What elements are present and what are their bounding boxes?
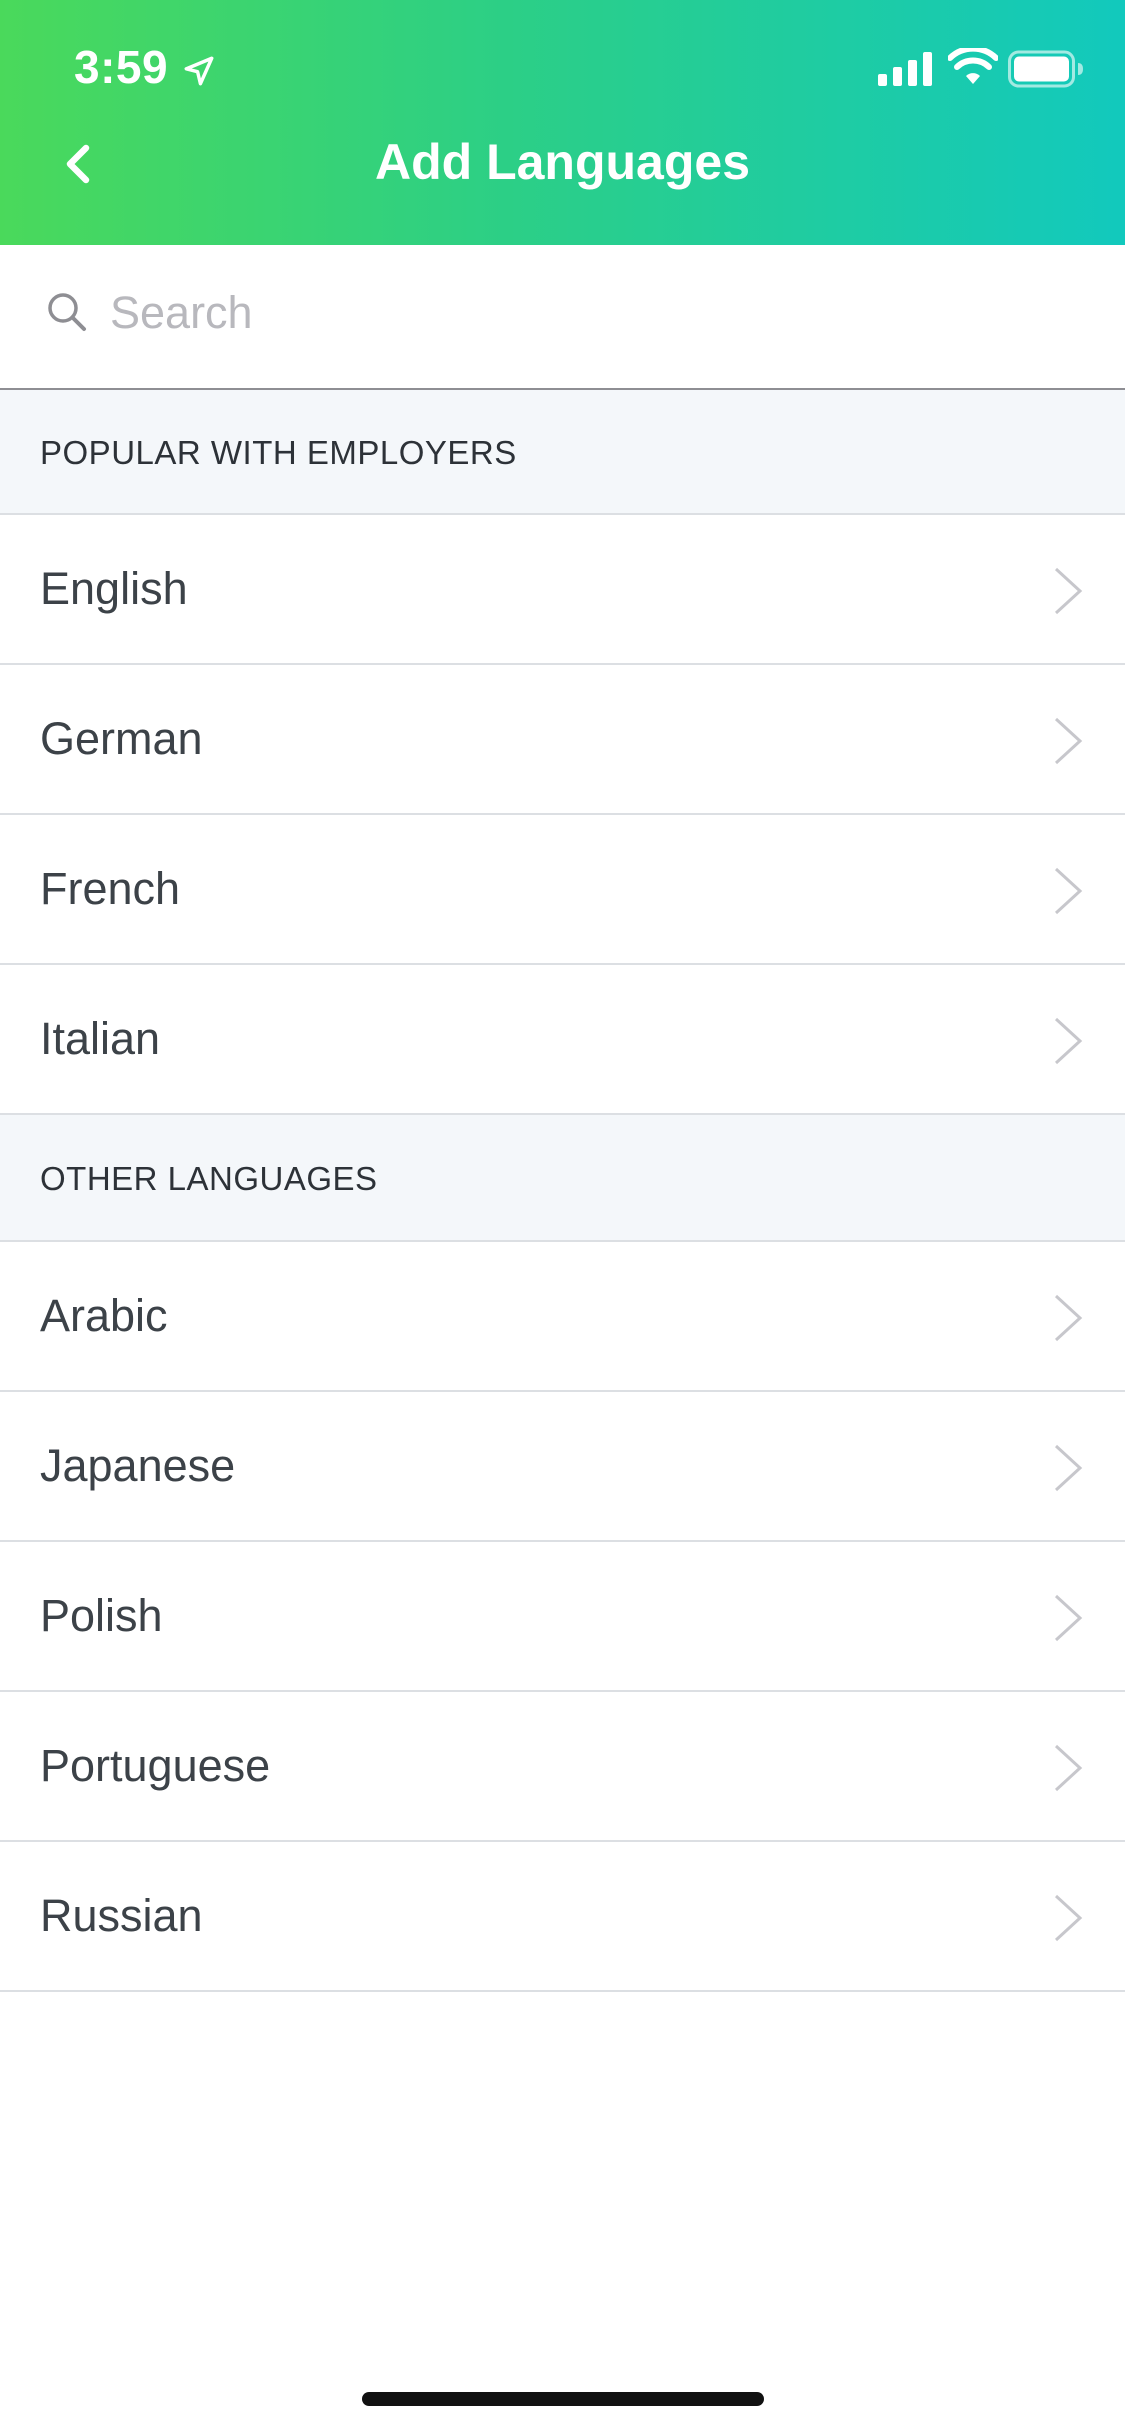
- list-item-portuguese[interactable]: Portuguese: [0, 1692, 1125, 1842]
- chevron-right-icon: [1054, 1444, 1083, 1492]
- list-item-label: English: [40, 563, 188, 614]
- list-item-german[interactable]: German: [0, 665, 1125, 815]
- list-item-label: Arabic: [40, 1290, 168, 1341]
- status-time: 3:59: [74, 41, 169, 93]
- chevron-right-icon: [1054, 1894, 1083, 1942]
- status-bar: 3:59: [0, 0, 1125, 132]
- location-arrow-icon: [184, 56, 214, 86]
- chevron-right-icon: [1054, 867, 1083, 915]
- wifi-icon: [948, 48, 998, 84]
- chevron-right-icon: [1054, 1594, 1083, 1642]
- section-title: OTHER LANGUAGES: [40, 1160, 378, 1197]
- list-item-label: Japanese: [40, 1440, 236, 1491]
- section-header-other: OTHER LANGUAGES: [0, 1115, 1125, 1242]
- search-bar: [0, 245, 1125, 390]
- page-title: Add Languages: [374, 134, 751, 190]
- search-icon: [48, 293, 86, 331]
- list-item-english[interactable]: English: [0, 515, 1125, 665]
- list-item-japanese[interactable]: Japanese: [0, 1392, 1125, 1542]
- chevron-right-icon: [1054, 1744, 1083, 1792]
- list-item-arabic[interactable]: Arabic: [0, 1242, 1125, 1392]
- chevron-right-icon: [1054, 717, 1083, 765]
- list-item-label: Russian: [40, 1890, 203, 1941]
- list-item-polish[interactable]: Polish: [0, 1542, 1125, 1692]
- chevron-right-icon: [1054, 567, 1083, 615]
- section-header-popular: POPULAR WITH EMPLOYERS: [0, 390, 1125, 515]
- list-item-label: Polish: [40, 1590, 163, 1641]
- navigation-header: 3:59 Add Languages: [0, 0, 1125, 245]
- search-input[interactable]: [110, 281, 1070, 345]
- list-item-label: Italian: [40, 1013, 161, 1064]
- list-item-label: German: [40, 713, 203, 764]
- battery-icon: [1008, 50, 1083, 88]
- list-item-label: Portuguese: [40, 1740, 271, 1791]
- section-title: POPULAR WITH EMPLOYERS: [40, 434, 517, 471]
- list-item-label: French: [40, 863, 181, 914]
- home-indicator[interactable]: [362, 2392, 764, 2406]
- chevron-right-icon: [1054, 1017, 1083, 1065]
- list-item-french[interactable]: French: [0, 815, 1125, 965]
- cellular-signal-icon: [878, 52, 932, 86]
- list-item-italian[interactable]: Italian: [0, 965, 1125, 1115]
- list-item-russian[interactable]: Russian: [0, 1842, 1125, 1992]
- chevron-right-icon: [1054, 1294, 1083, 1342]
